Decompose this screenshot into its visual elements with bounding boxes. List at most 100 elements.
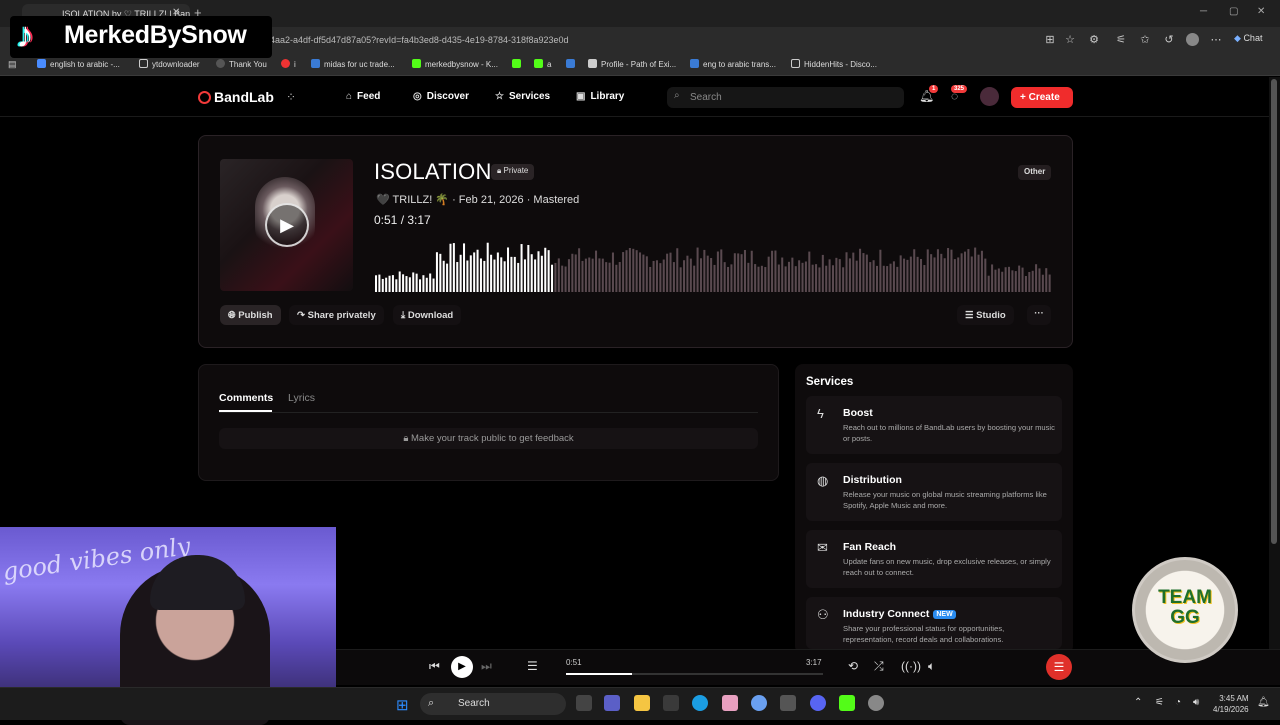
broadcast-icon[interactable]: ((·)) — [901, 659, 921, 673]
close-window-icon[interactable]: ✕ — [1257, 6, 1265, 17]
download-button[interactable]: ⤓ Download — [393, 305, 462, 325]
apps-grid-icon[interactable]: ⁘ — [286, 90, 296, 104]
scrollbar-thumb[interactable] — [1271, 79, 1277, 544]
kick-icon[interactable] — [839, 695, 855, 711]
user-avatar[interactable] — [980, 87, 999, 106]
app-icon[interactable] — [722, 695, 738, 711]
more-options-button[interactable]: ··· — [1027, 305, 1051, 325]
speaker-icon[interactable]: 🔊︎ — [1193, 697, 1199, 708]
service-boost[interactable]: ϟ Boost Reach out to millions of BandLab… — [806, 396, 1062, 454]
sidebar-toggle-icon[interactable]: ▤ — [8, 59, 17, 70]
system-clock[interactable]: 3:45 AM 4/19/2026 — [1213, 693, 1249, 715]
genre-tag[interactable]: Other — [1018, 165, 1052, 180]
nav-services[interactable]: ☆ Services — [495, 91, 550, 102]
favorites-icon[interactable]: ✩ — [1139, 34, 1151, 46]
service-fan-reach[interactable]: ✉ Fan Reach Update fans on new music, dr… — [806, 530, 1062, 588]
menu-dots-icon[interactable]: ⋯ — [1210, 34, 1222, 46]
bookmark-5[interactable]: midas for uc trade... — [311, 59, 395, 69]
bookmark-8[interactable]: a — [534, 59, 551, 69]
service-industry-connect[interactable]: ⚇ Industry Connect NEW Share your profess… — [806, 597, 1062, 649]
bandlab-logo[interactable]: BandLab — [198, 89, 274, 105]
waveform-bar — [909, 256, 912, 292]
settings-icon[interactable]: ⚟ — [1115, 34, 1127, 46]
bookmark-10[interactable]: Profile - Path of Exi... — [588, 59, 676, 69]
feedback-text: Make your track public to get feedback — [411, 433, 574, 444]
globe-icon: 🌐︎ — [228, 310, 239, 321]
maximize-icon[interactable]: ▢ — [1229, 6, 1238, 17]
store-icon[interactable] — [663, 695, 679, 711]
teams-icon[interactable] — [604, 695, 620, 711]
publish-button[interactable]: 🌐︎ Publish — [220, 305, 281, 325]
waveform-bar — [774, 250, 777, 292]
waveform-bar — [581, 260, 584, 292]
taskbar-search[interactable]: Search — [420, 693, 566, 715]
studio-button[interactable]: ☰ Studio — [957, 305, 1014, 325]
share-privately-button[interactable]: ↷ Share privately — [289, 305, 384, 325]
extension-icon[interactable]: ⚙ — [1088, 34, 1100, 46]
bookmark-4[interactable]: i — [281, 59, 296, 69]
waveform-bar — [378, 274, 381, 292]
waveform-bar — [398, 271, 401, 292]
waveform-bar — [1045, 268, 1048, 292]
waveform[interactable] — [375, 230, 1052, 292]
nav-library[interactable]: ▣ Library — [576, 91, 624, 102]
waveform-bar — [388, 275, 391, 292]
bookmark-2[interactable]: ytdownloader — [139, 59, 200, 69]
waveform-bar — [811, 264, 814, 292]
task-view-icon[interactable] — [576, 695, 592, 711]
tab-lyrics[interactable]: Lyrics — [288, 392, 315, 404]
nav-feed[interactable]: ⌂ Feed — [346, 91, 380, 102]
waveform-bar — [554, 262, 557, 292]
tab-comments[interactable]: Comments — [219, 392, 273, 404]
service-distribution[interactable]: ◍ Distribution Release your music on glo… — [806, 463, 1062, 521]
next-icon[interactable]: ⏭ — [481, 659, 492, 674]
network-icon[interactable]: ⚟ — [1155, 697, 1164, 708]
wifi-icon[interactable]: ◔ — [1175, 697, 1181, 708]
search-icon — [690, 59, 699, 68]
bookmark-7[interactable] — [512, 59, 525, 69]
bookmark-9[interactable] — [566, 59, 579, 69]
create-button[interactable]: + Create — [1011, 87, 1073, 108]
notification-center-icon[interactable]: 🔔︎ — [1257, 697, 1270, 708]
bookmark-1[interactable]: english to arabic -... — [37, 59, 120, 69]
bandlab-logo-icon — [198, 91, 211, 104]
repeat-icon[interactable]: ⟲ — [848, 659, 858, 673]
url-field[interactable]: 4aa2-a4df-df5d47d87a05?revId=fa4b3ed8-d4… — [270, 35, 569, 45]
copilot-chat-button[interactable]: ◆ Chat — [1234, 33, 1262, 44]
bookmark-3[interactable]: Thank You — [216, 59, 267, 69]
history-icon[interactable]: ↺ — [1163, 34, 1175, 46]
volume-icon[interactable]: 🔈︎ — [928, 659, 935, 674]
profile-avatar[interactable] — [1186, 33, 1199, 46]
app-icon[interactable] — [780, 695, 796, 711]
home-icon: ⌂ — [346, 91, 353, 102]
waveform-bar — [845, 252, 848, 292]
queue-icon[interactable]: ☰ — [527, 659, 538, 673]
file-explorer-icon[interactable] — [634, 695, 650, 711]
download-icon: ⤓ — [401, 310, 408, 321]
shuffle-icon[interactable]: ⤮ — [874, 659, 884, 674]
waveform-bar — [963, 251, 967, 292]
queue-button[interactable]: ☰ — [1046, 654, 1072, 680]
play-button[interactable]: ▶ — [265, 203, 309, 247]
waveform-bar — [381, 278, 384, 292]
discord-icon[interactable] — [810, 695, 826, 711]
search-input[interactable]: Search — [667, 87, 904, 108]
favorite-star-icon[interactable]: ☆ — [1064, 34, 1076, 46]
tray-chevron-icon[interactable]: ⌃ — [1134, 697, 1142, 708]
bookmark-11[interactable]: eng to arabic trans... — [690, 59, 776, 69]
minimize-icon[interactable]: ─ — [1200, 6, 1207, 17]
copilot-icon[interactable] — [751, 695, 767, 711]
chrome-icon[interactable] — [868, 695, 884, 711]
windows-start-icon[interactable]: ⊞ — [396, 696, 409, 714]
player-duration: 3:17 — [806, 658, 822, 667]
apps-icon[interactable]: ⊞ — [1044, 34, 1056, 46]
waveform-bar — [740, 254, 743, 292]
bookmark-12[interactable]: HiddenHits - Disco... — [791, 59, 877, 69]
nav-discover[interactable]: ◎ Discover — [413, 91, 469, 102]
edge-icon[interactable] — [692, 695, 708, 711]
waveform-bar — [716, 251, 719, 292]
bookmark-6[interactable]: merkedbysnow - K... — [412, 59, 498, 69]
nav-label: Library — [590, 91, 625, 102]
player-play-button[interactable]: ▶ — [451, 656, 473, 678]
previous-icon[interactable]: ⏮ — [429, 659, 440, 674]
